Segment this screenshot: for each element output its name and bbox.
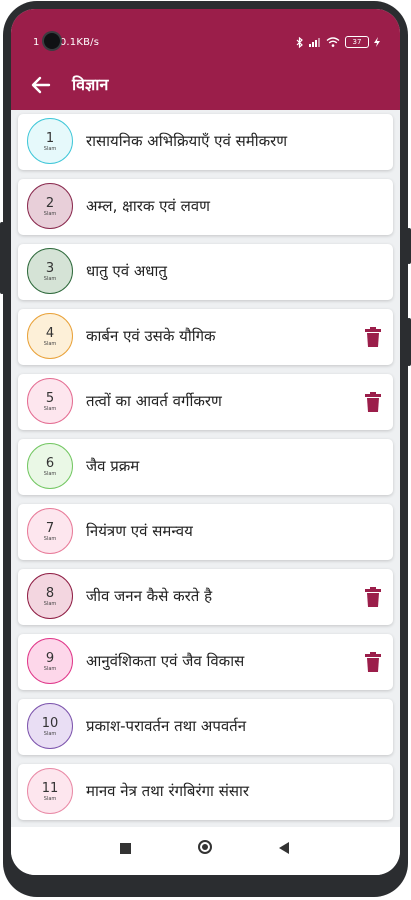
chapter-badge-subtext: Slam — [43, 796, 57, 802]
status-icons: 37 — [296, 36, 380, 48]
bluetooth-icon — [296, 36, 303, 48]
chapter-number-badge: 3 Slam — [27, 248, 73, 294]
chapter-badge-subtext: Slam — [43, 471, 57, 477]
chapter-title: जीव जनन कैसे करते है — [86, 587, 213, 605]
chapter-badge-subtext: Slam — [43, 341, 57, 347]
chapter-number-badge: 5 Slam — [27, 378, 73, 424]
camera-cutout — [44, 33, 60, 49]
status-bar: 1 7 | 0.1KB/s 37 — [11, 9, 400, 49]
chapter-card[interactable]: 3 Slam धातु एवं अधातु — [18, 244, 393, 300]
chapter-card[interactable]: 2 Slam अम्ल, क्षारक एवं लवण — [18, 179, 393, 235]
side-button — [407, 318, 411, 366]
chapter-card[interactable]: 9 Slam आनुवंशिकता एवं जैव विकास — [18, 634, 393, 690]
wifi-icon — [326, 37, 340, 47]
status-network-text: 1 7 | 0.1KB/s — [33, 37, 100, 48]
chapter-number: 6 — [45, 456, 55, 471]
system-back-button[interactable] — [279, 842, 289, 854]
chapter-number-badge: 11 Slam — [27, 768, 73, 814]
chapter-title: धातु एवं अधातु — [86, 262, 167, 280]
chapter-badge-subtext: Slam — [43, 211, 57, 217]
chapter-card[interactable]: 6 Slam जैव प्रक्रम — [18, 439, 393, 495]
chapter-number: 3 — [45, 261, 55, 276]
chapter-card[interactable]: 1 Slam रासायनिक अभिक्रियाएँ एवं समीकरण — [18, 114, 393, 170]
app-bar: 1 7 | 0.1KB/s 37 विज्ञान — [11, 9, 400, 110]
chapter-badge-subtext: Slam — [43, 666, 57, 672]
chapter-card[interactable]: 5 Slam तत्वों का आवर्त वर्गीकरण — [18, 374, 393, 430]
chapter-number-badge: 9 Slam — [27, 638, 73, 684]
chapter-badge-subtext: Slam — [43, 406, 57, 412]
chapter-number: 10 — [41, 716, 59, 731]
delete-icon[interactable] — [364, 652, 382, 672]
chapter-number-badge: 8 Slam — [27, 573, 73, 619]
chapter-card[interactable]: 4 Slam कार्बन एवं उसके यौगिक — [18, 309, 393, 365]
chapter-title: मानव नेत्र तथा रंगबिरंगा संसार — [86, 782, 250, 800]
system-nav-bar — [11, 827, 400, 875]
chapter-number-badge: 1 Slam — [27, 118, 73, 164]
chapter-card[interactable]: 11 Slam मानव नेत्र तथा रंगबिरंगा संसार — [18, 764, 393, 820]
chapter-list: 1 Slam रासायनिक अभिक्रियाएँ एवं समीकरण 2… — [18, 114, 393, 829]
chapter-number-badge: 7 Slam — [27, 508, 73, 554]
chapter-number-badge: 10 Slam — [27, 703, 73, 749]
chapter-number: 7 — [45, 521, 55, 536]
chapter-number: 2 — [45, 196, 55, 211]
chapter-number-badge: 4 Slam — [27, 313, 73, 359]
recent-apps-button[interactable] — [120, 843, 131, 854]
chapter-number-badge: 2 Slam — [27, 183, 73, 229]
chapter-card[interactable]: 7 Slam नियंत्रण एवं समन्वय — [18, 504, 393, 560]
chapter-number: 1 — [45, 131, 55, 146]
chapter-number: 4 — [45, 326, 55, 341]
chapter-title: जैव प्रक्रम — [86, 457, 140, 475]
chapter-title: नियंत्रण एवं समन्वय — [86, 522, 193, 540]
delete-icon[interactable] — [364, 392, 382, 412]
volume-button — [0, 222, 4, 294]
chapter-badge-subtext: Slam — [43, 276, 57, 282]
chapter-badge-subtext: Slam — [43, 731, 57, 737]
chapter-badge-subtext: Slam — [43, 601, 57, 607]
chapter-card[interactable]: 10 Slam प्रकाश-परावर्तन तथा अपवर्तन — [18, 699, 393, 755]
delete-icon[interactable] — [364, 327, 382, 347]
chapter-title: अम्ल, क्षारक एवं लवण — [86, 197, 210, 215]
chapter-number: 9 — [45, 651, 55, 666]
chapter-number: 11 — [41, 781, 59, 796]
delete-icon[interactable] — [364, 587, 382, 607]
chapter-title: रासायनिक अभिक्रियाएँ एवं समीकरण — [86, 132, 288, 150]
screen: 1 7 | 0.1KB/s 37 विज्ञान 1 Slam रासायनिक… — [11, 9, 400, 875]
chapter-card[interactable]: 8 Slam जीव जनन कैसे करते है — [18, 569, 393, 625]
chapter-title: प्रकाश-परावर्तन तथा अपवर्तन — [86, 717, 247, 735]
chapter-number: 5 — [45, 391, 55, 406]
chapter-badge-subtext: Slam — [43, 536, 57, 542]
back-arrow-icon[interactable] — [29, 73, 53, 97]
charging-icon — [374, 37, 380, 47]
battery-icon: 37 — [345, 36, 369, 48]
power-button — [407, 228, 411, 264]
chapter-title: तत्वों का आवर्त वर्गीकरण — [86, 392, 222, 410]
chapter-title: कार्बन एवं उसके यौगिक — [86, 327, 216, 345]
chapter-title: आनुवंशिकता एवं जैव विकास — [86, 652, 245, 670]
chapter-number: 8 — [45, 586, 55, 601]
chapter-badge-subtext: Slam — [43, 146, 57, 152]
signal-icon — [309, 38, 320, 47]
home-button[interactable] — [198, 840, 212, 854]
toolbar: विज्ञान — [11, 65, 400, 105]
page-title: विज्ञान — [72, 75, 109, 94]
chapter-number-badge: 6 Slam — [27, 443, 73, 489]
